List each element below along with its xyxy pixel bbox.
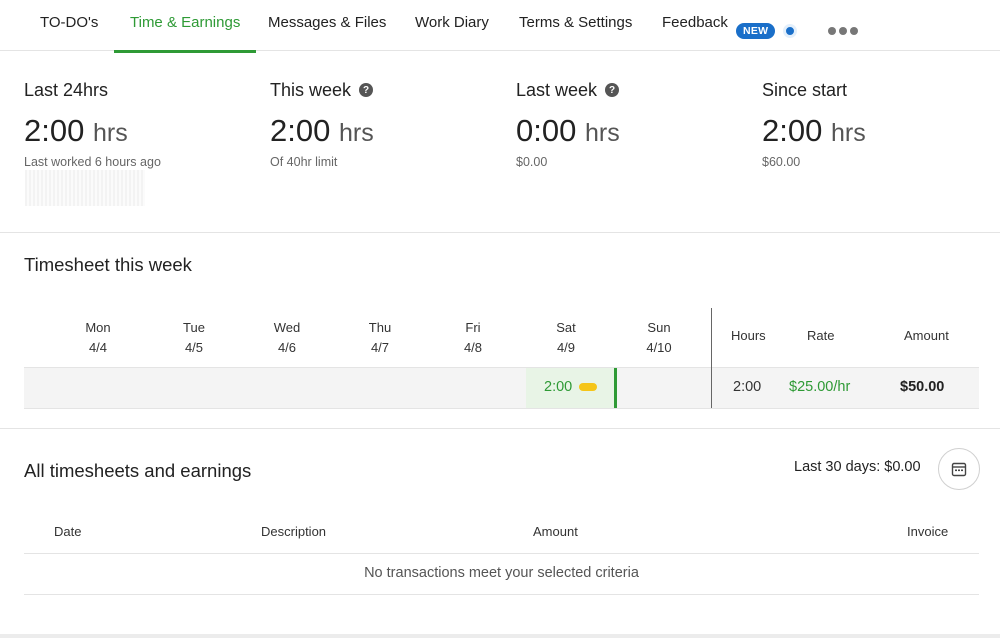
day-header-sat: Sat 4/9: [556, 320, 576, 355]
tab-time-earnings[interactable]: Time & Earnings: [113, 14, 257, 53]
stat-unit: hrs: [92, 119, 128, 147]
question-circle-icon[interactable]: ?: [605, 83, 620, 97]
column-date[interactable]: Date: [54, 524, 81, 539]
question-circle-icon[interactable]: ?: [359, 83, 374, 97]
day-header-tue: Tue 4/5: [183, 320, 205, 355]
timesheet-sat-hours: 2:00: [544, 379, 573, 395]
stat-title: Since start: [762, 79, 848, 100]
stat-value: 0:00: [516, 113, 577, 148]
column-separator: [711, 308, 712, 408]
tab-terms-settings[interactable]: Terms & Settings: [519, 14, 632, 51]
column-hours: Hours: [731, 328, 766, 343]
table-header-divider: [24, 553, 979, 554]
stat-title: Last 24hrs: [24, 79, 109, 100]
tab-feedback[interactable]: Feedback: [662, 14, 728, 51]
stat-subtext: $0.00: [516, 155, 548, 169]
page-footer-band: [0, 634, 1000, 638]
day-header-mon: Mon 4/4: [85, 320, 111, 355]
section-divider: [0, 428, 1000, 429]
calendar-icon: [951, 462, 967, 477]
stat-value: 2:00: [762, 113, 823, 148]
stat-this-week: This week? 2:00 hrs Of 40hr limit: [270, 79, 490, 170]
stat-subtext: $60.00: [762, 155, 801, 169]
stat-unit: hrs: [830, 119, 866, 147]
stat-last-24hrs: Last 24hrs 2:00 hrs Last worked 6 hours …: [24, 79, 244, 170]
tab-bar: TO-DO's Time & Earnings Messages & Files…: [0, 0, 1000, 53]
notification-dot-icon: [783, 24, 797, 38]
stat-unit: hrs: [338, 119, 374, 147]
stat-subtext: Of 40hr limit: [270, 155, 338, 169]
column-amount: Amount: [533, 524, 578, 539]
day-header-sun: Sun 4/10: [646, 320, 672, 355]
stat-unit: hrs: [584, 119, 620, 147]
all-timesheets-title: All timesheets and earnings: [24, 460, 252, 481]
stat-title: This week: [270, 79, 352, 100]
stat-title: Last week: [516, 79, 598, 100]
table-bottom-divider: [24, 594, 979, 595]
more-options-icon[interactable]: [828, 27, 858, 35]
stat-last-week: Last week? 0:00 hrs $0.00: [516, 79, 736, 170]
empty-state-message: No transactions meet your selected crite…: [364, 565, 639, 581]
tab-todos[interactable]: TO-DO's: [40, 14, 98, 51]
column-rate: Rate: [807, 328, 835, 343]
day-header-thu: Thu 4/7: [368, 320, 392, 355]
last-30-days-summary: Last 30 days: $0.00: [794, 459, 921, 475]
tab-messages-files[interactable]: Messages & Files: [268, 14, 386, 51]
column-amount: Amount: [904, 328, 949, 343]
tracked-time-indicator: [579, 383, 597, 391]
today-indicator: [614, 368, 617, 408]
activity-sparkline: [25, 170, 145, 206]
stat-value: 2:00: [270, 113, 331, 148]
day-header-fri: Fri 4/8: [463, 320, 483, 355]
timesheet-total-hours: 2:00: [733, 379, 762, 395]
new-badge: NEW: [736, 23, 776, 39]
timesheet-rate: $25.00/hr: [789, 379, 851, 395]
day-header-wed: Wed 4/6: [273, 320, 301, 355]
column-invoice: Invoice: [907, 524, 949, 539]
section-divider: [0, 232, 1000, 233]
tab-work-diary[interactable]: Work Diary: [415, 14, 489, 51]
stat-subtext: Last worked 6 hours ago: [24, 155, 161, 169]
stat-since-start: Since start 2:00 hrs $60.00: [762, 79, 982, 170]
stat-value: 2:00: [24, 113, 85, 148]
timesheet-title: Timesheet this week: [24, 254, 192, 275]
timesheet-amount: $50.00: [900, 379, 945, 395]
date-range-button[interactable]: [938, 448, 980, 490]
column-description: Description: [261, 524, 327, 539]
